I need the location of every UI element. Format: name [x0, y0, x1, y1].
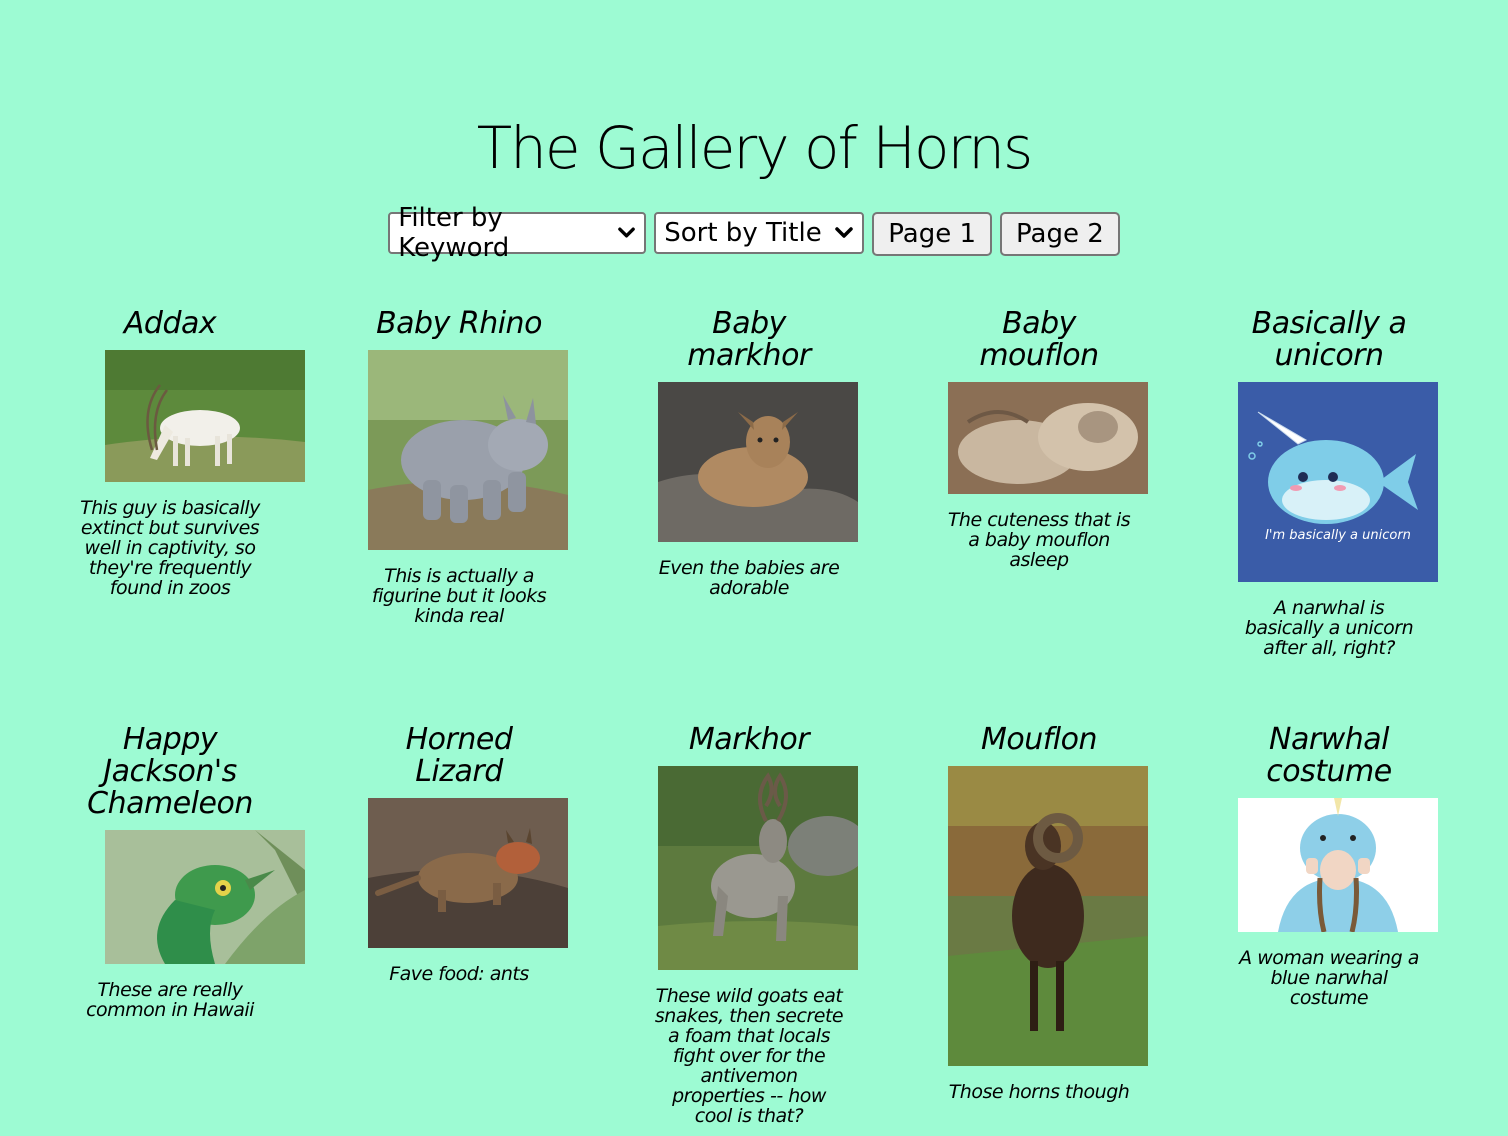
card-image — [658, 766, 858, 970]
unicorn-image-text: I'm basically a unicorn — [1265, 528, 1411, 543]
card-image — [948, 382, 1148, 494]
gallery-card[interactable]: Happy Jackson's Chameleon These are real… — [25, 724, 315, 1020]
card-description: A narwhal is basically a unicorn after a… — [1244, 597, 1414, 659]
card-image — [105, 830, 305, 964]
gallery-card[interactable]: Markhor These wild goats eat snakes, the… — [604, 724, 894, 1126]
card-title: Basically a unicorn — [1251, 306, 1407, 373]
gallery-card[interactable]: Basically a unicorn I'm basically a unic… — [1184, 308, 1474, 658]
card-description: Those horns though — [948, 1081, 1130, 1103]
card-description: This guy is basically extinct but surviv… — [80, 497, 260, 599]
gallery-card[interactable]: Baby markhor Even the babies are adorabl… — [604, 308, 894, 598]
gallery-card[interactable]: Baby mouflon The cuteness that is a baby… — [894, 308, 1184, 570]
card-description: Fave food: ants — [389, 963, 529, 985]
card-image — [105, 350, 305, 482]
gallery-card[interactable]: Horned Lizard Fave food: ants — [314, 724, 604, 984]
card-title: Happy Jackson's Chameleon — [87, 722, 253, 821]
gallery: Addax This guy is basically extinct but … — [0, 0, 1508, 1136]
card-description: This is actually a figurine but it looks… — [371, 565, 547, 627]
card-image: I'm basically a unicorn — [1238, 382, 1438, 582]
card-image — [948, 766, 1148, 1066]
gallery-card[interactable]: Mouflon Those horns though — [894, 724, 1184, 1102]
card-title: Addax — [123, 306, 217, 341]
card-image — [658, 382, 858, 542]
card-image — [368, 350, 568, 550]
card-title: Baby mouflon — [979, 306, 1099, 373]
card-description: Even the babies are adorable — [658, 557, 840, 599]
card-image — [1238, 798, 1438, 932]
card-title: Horned Lizard — [405, 722, 513, 789]
gallery-card[interactable]: Narwhal costume A woman wearing a blue n… — [1184, 724, 1474, 1008]
gallery-card[interactable]: Addax This guy is basically extinct but … — [25, 308, 315, 598]
card-description: These are really common in Hawaii — [86, 979, 254, 1021]
card-title: Baby Rhino — [376, 306, 542, 341]
gallery-card[interactable]: Baby Rhino This is actually a figurine b… — [314, 308, 604, 626]
card-description: The cuteness that is a baby mouflon asle… — [947, 509, 1131, 571]
card-title: Markhor — [688, 722, 810, 757]
card-title: Narwhal costume — [1266, 722, 1392, 789]
card-title: Baby markhor — [687, 306, 811, 373]
card-description: A woman wearing a blue narwhal costume — [1239, 947, 1419, 1009]
card-image — [368, 798, 568, 948]
card-description: These wild goats eat snakes, then secret… — [654, 985, 844, 1127]
card-title: Mouflon — [980, 722, 1098, 757]
